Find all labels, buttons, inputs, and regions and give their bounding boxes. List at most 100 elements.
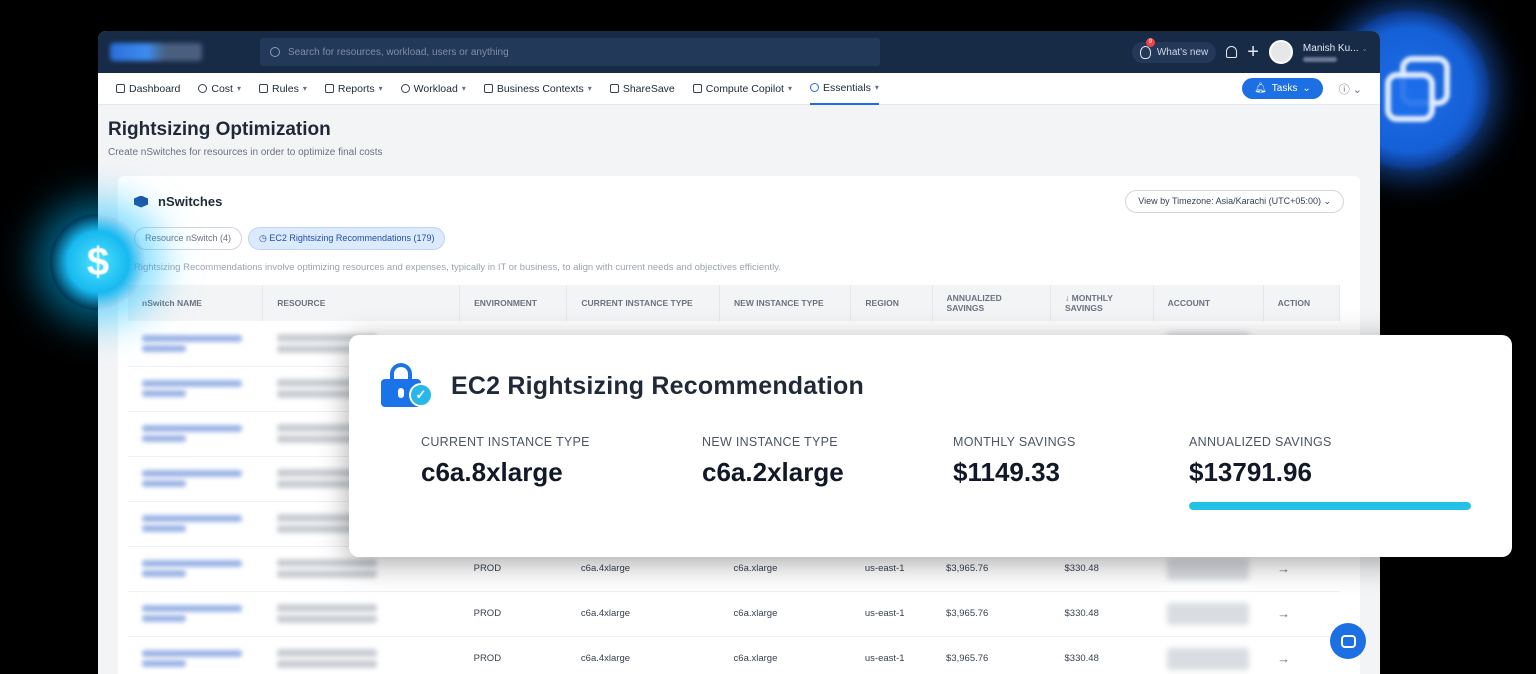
nswitch-name-link[interactable] xyxy=(142,334,242,342)
panel-title: nSwitches xyxy=(158,194,223,209)
flame-icon xyxy=(1139,45,1151,59)
user-menu[interactable]: Manish Ku... ⌄ xyxy=(1302,43,1368,62)
panel-description: Rightsizing Recommendations involve opti… xyxy=(134,262,781,273)
col-new-instance[interactable]: NEW INSTANCE TYPE xyxy=(719,285,852,321)
help-icon[interactable]: ⓘ ⌄ xyxy=(1339,81,1362,97)
chevron-down-icon: ▾ xyxy=(236,84,241,93)
main-nav: Dashboard Cost ▾ Rules ▾ Reports ▾ Workload… xyxy=(98,73,1380,105)
monthly-savings-value: $1149.33 xyxy=(953,457,1061,487)
region-cell: us-east-1 xyxy=(864,563,905,574)
resource-cell xyxy=(276,604,377,612)
nav-essentials[interactable]: Essentials ▾ xyxy=(810,73,879,105)
chat-icon xyxy=(1340,634,1356,648)
col-region[interactable]: REGION xyxy=(850,285,933,321)
search-input[interactable]: Search for resources, workload, users or… xyxy=(260,38,880,66)
chevron-down-icon: ⌄ xyxy=(1302,83,1311,94)
recommendation-card: ✓ EC2 Rightsizing Recommendation CURRENT… xyxy=(349,335,1512,557)
nswitch-name-link[interactable] xyxy=(142,650,242,657)
chevron-down-icon: ⌄ xyxy=(1361,43,1368,53)
avatar[interactable] xyxy=(1268,40,1293,64)
nav-compute-copilot[interactable]: Compute Copilot ▾ xyxy=(692,73,792,105)
essentials-icon xyxy=(810,83,819,92)
nswitch-name-link[interactable] xyxy=(142,560,242,567)
search-icon xyxy=(270,47,280,57)
nswitch-name-link[interactable] xyxy=(142,515,242,522)
current-instance-cell: c6a.4xlarge xyxy=(580,653,631,664)
nav-workload[interactable]: Workload ▾ xyxy=(400,73,466,105)
col-action: ACTION xyxy=(1263,285,1341,321)
nav-reports[interactable]: Reports ▾ xyxy=(324,73,383,105)
resource-cell xyxy=(276,649,377,657)
nswitch-name-link[interactable] xyxy=(142,470,242,477)
chat-button[interactable] xyxy=(1330,623,1366,659)
monthly-savings-metric: MONTHLY SAVINGS $1149.33 xyxy=(953,435,1189,510)
search-placeholder: Search for resources, workload, users or… xyxy=(288,46,509,58)
region-cell: us-east-1 xyxy=(864,608,905,619)
region-cell: us-east-1 xyxy=(864,653,905,664)
table-row[interactable]: PROD c6a.4xlarge c6a.xlarge us-east-1 $3,965… xyxy=(128,636,1340,674)
col-nswitch-name[interactable]: nSwitch NAME xyxy=(128,285,264,321)
table-row[interactable]: PROD c6a.4xlarge c6a.xlarge us-east-1 $3,965… xyxy=(128,591,1340,637)
new-instance-metric: NEW INSTANCE TYPE c6a.2xlarge xyxy=(702,435,953,510)
chevron-down-icon: ▾ xyxy=(874,83,879,92)
nav-business-contexts[interactable]: Business Contexts ▾ xyxy=(483,73,592,105)
page-title: Rightsizing Optimization xyxy=(108,119,331,140)
shuffle-icon xyxy=(258,84,268,93)
cube-icon xyxy=(134,195,148,208)
building-icon xyxy=(483,84,493,93)
chevron-down-icon: ▾ xyxy=(587,84,592,93)
chevron-down-icon: ▾ xyxy=(461,84,466,93)
account-cell xyxy=(1167,602,1250,625)
arrow-right-icon[interactable]: → xyxy=(1277,561,1290,576)
grid-icon xyxy=(116,84,125,93)
arrow-right-icon[interactable]: → xyxy=(1277,651,1290,666)
whats-new-button[interactable]: 9 What's new xyxy=(1131,37,1217,63)
current-instance-metric: CURRENT INSTANCE TYPE c6a.8xlarge xyxy=(421,435,702,510)
env-cell: PROD xyxy=(473,608,502,619)
env-cell: PROD xyxy=(473,653,502,664)
resource-cell xyxy=(276,559,377,567)
copilot-icon xyxy=(692,84,702,93)
col-resource[interactable]: RESOURCE xyxy=(262,285,461,321)
col-monthly-savings[interactable]: ↓ MONTHLY SAVINGS xyxy=(1050,285,1154,321)
col-annualized-savings[interactable]: ANNUALIZED SAVINGS xyxy=(932,285,1052,321)
col-current-instance[interactable]: CURRENT INSTANCE TYPE xyxy=(566,285,721,321)
account-cell xyxy=(1167,557,1250,580)
nav-rules[interactable]: Rules ▾ xyxy=(258,73,307,105)
annual-savings-cell: $3,965.76 xyxy=(946,608,989,619)
chevron-down-icon: ▾ xyxy=(378,84,383,93)
new-instance-cell: c6a.xlarge xyxy=(733,563,778,574)
monthly-savings-cell: $330.48 xyxy=(1064,608,1099,619)
whats-new-label: What's new xyxy=(1156,46,1209,58)
tasks-button[interactable]: 🔔︎ Tasks ⌄ xyxy=(1242,78,1323,99)
annualized-savings-metric: ANNUALIZED SAVINGS $13791.96 xyxy=(1189,435,1471,510)
timezone-select[interactable]: View by Timezone: Asia/Karachi (UTC+05:0… xyxy=(1125,190,1344,213)
arrow-right-icon[interactable]: → xyxy=(1277,606,1290,621)
annualized-savings-value: $13791.96 xyxy=(1189,457,1312,487)
current-instance-cell: c6a.4xlarge xyxy=(580,608,631,619)
col-account[interactable]: ACCOUNT xyxy=(1153,285,1264,321)
tab-resource-nswitch[interactable]: Resource nSwitch (4) xyxy=(134,227,243,250)
plus-icon[interactable]: + xyxy=(1247,42,1259,62)
chevron-down-icon: ▾ xyxy=(302,84,307,93)
page-subtitle: Create nSwitches for resources in order … xyxy=(108,147,383,158)
notification-badge: 9 xyxy=(1145,37,1155,47)
nav-sharesave[interactable]: ShareSave xyxy=(609,73,675,105)
col-environment[interactable]: ENVIRONMENT xyxy=(459,285,568,321)
annual-savings-cell: $3,965.76 xyxy=(946,563,989,574)
nswitch-name-link[interactable] xyxy=(142,425,242,432)
nav-cost[interactable]: Cost ▾ xyxy=(198,73,241,105)
new-instance-value: c6a.2xlarge xyxy=(702,457,844,487)
nav-dashboard[interactable]: Dashboard xyxy=(116,73,180,105)
savings-progress-bar xyxy=(1189,502,1471,510)
bell-icon[interactable] xyxy=(1226,46,1238,58)
new-instance-cell: c6a.xlarge xyxy=(733,608,778,619)
nswitch-name-link[interactable] xyxy=(142,605,242,612)
app-logo[interactable] xyxy=(110,43,202,61)
card-title: EC2 Rightsizing Recommendation xyxy=(451,371,864,400)
report-icon xyxy=(324,84,334,93)
nswitch-name-link[interactable] xyxy=(142,380,242,387)
bell-icon: 🔔︎ xyxy=(1254,83,1267,94)
tab-ec2-rightsizing[interactable]: ◷ EC2 Rightsizing Recommendations (179) xyxy=(248,227,446,250)
share-icon xyxy=(609,84,619,93)
